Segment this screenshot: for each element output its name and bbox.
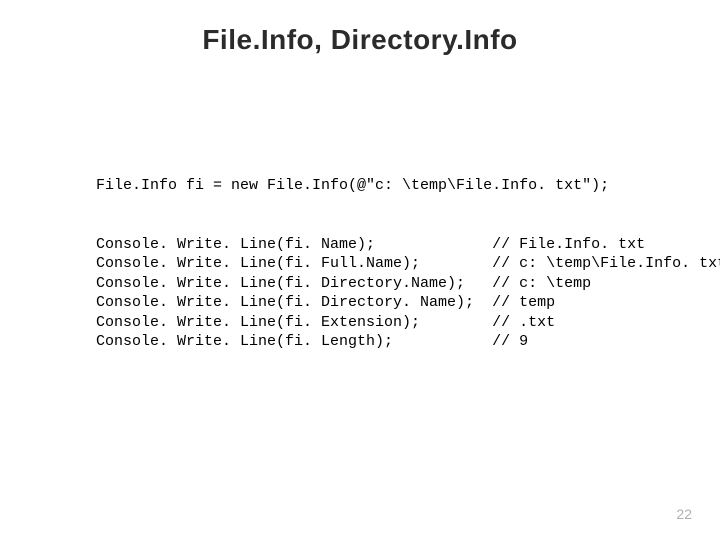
code-line-5-stmt: Console. Write. Line(fi. Length); [96,333,393,350]
slide-title: File.Info, Directory.Info [0,0,720,56]
slide: File.Info, Directory.Info File.Info fi =… [0,0,720,540]
code-declaration: File.Info fi = new File.Info(@"c: \temp\… [96,177,609,194]
code-block: File.Info fi = new File.Info(@"c: \temp\… [96,176,720,352]
code-line-4-stmt: Console. Write. Line(fi. Extension); [96,314,420,331]
code-line-4-comment: // .txt [492,314,555,331]
code-line-3-stmt: Console. Write. Line(fi. Directory. Name… [96,294,474,311]
code-line-2-stmt: Console. Write. Line(fi. Directory.Name)… [96,275,465,292]
page-number: 22 [676,506,692,522]
code-line-0-stmt: Console. Write. Line(fi. Name); [96,236,375,253]
code-line-1-stmt: Console. Write. Line(fi. Full.Name); [96,255,420,272]
code-line-5-comment: // 9 [492,333,528,350]
code-line-3-comment: // temp [492,294,555,311]
code-line-2-comment: // c: \temp [492,275,591,292]
code-line-0-comment: // File.Info. txt [492,236,645,253]
code-line-1-comment: // c: \temp\File.Info. txt [492,255,720,272]
